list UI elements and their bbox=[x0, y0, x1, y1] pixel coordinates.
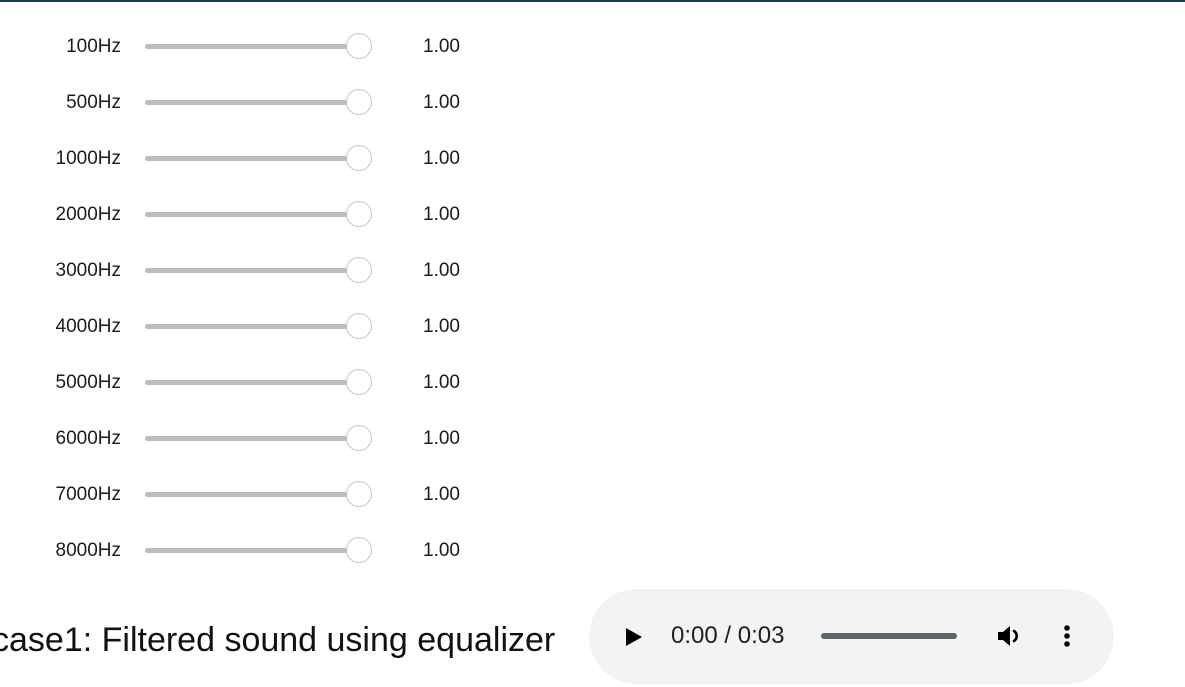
slider-thumb[interactable] bbox=[346, 33, 372, 59]
slider-thumb[interactable] bbox=[346, 313, 372, 339]
band-gain-value: 1.00 bbox=[423, 428, 460, 449]
slider-fill bbox=[145, 324, 359, 329]
slider-thumb[interactable] bbox=[346, 89, 372, 115]
band-frequency-label: 100Hz bbox=[66, 36, 121, 57]
slider-track[interactable] bbox=[145, 156, 359, 161]
eq-band-row: 7000Hz 1.00 bbox=[0, 478, 520, 512]
eq-band-row: 6000Hz 1.00 bbox=[0, 422, 520, 456]
band-gain-value: 1.00 bbox=[423, 260, 460, 281]
band-gain-slider[interactable] bbox=[144, 254, 378, 288]
band-frequency-label: 3000Hz bbox=[55, 260, 122, 281]
band-frequency-label: 4000Hz bbox=[55, 316, 122, 337]
eq-band-row: 8000Hz 1.00 bbox=[0, 534, 520, 568]
eq-band-row: 3000Hz 1.00 bbox=[0, 254, 520, 288]
band-frequency-label: 7000Hz bbox=[55, 484, 122, 505]
slider-fill bbox=[145, 156, 359, 161]
band-gain-slider[interactable] bbox=[144, 534, 378, 568]
band-frequency-label: 1000Hz bbox=[55, 148, 122, 169]
band-gain-slider[interactable] bbox=[144, 366, 378, 400]
case-title: case1: Filtered sound using equalizer bbox=[0, 621, 556, 659]
band-frequency-label: 8000Hz bbox=[55, 540, 122, 561]
play-button[interactable] bbox=[615, 619, 651, 655]
seek-bar[interactable] bbox=[821, 633, 957, 639]
volume-icon bbox=[998, 626, 1018, 646]
band-gain-value: 1.00 bbox=[423, 36, 460, 57]
slider-fill bbox=[145, 212, 359, 217]
band-gain-slider[interactable] bbox=[144, 422, 378, 456]
eq-band-row: 4000Hz 1.00 bbox=[0, 310, 520, 344]
band-gain-slider[interactable] bbox=[144, 30, 378, 64]
slider-track[interactable] bbox=[145, 268, 359, 273]
slider-thumb[interactable] bbox=[346, 481, 372, 507]
band-frequency-label: 5000Hz bbox=[55, 372, 122, 393]
slider-track[interactable] bbox=[145, 324, 359, 329]
slider-fill bbox=[145, 492, 359, 497]
top-border-line bbox=[0, 0, 1185, 2]
slider-track[interactable] bbox=[145, 492, 359, 497]
slider-fill bbox=[145, 548, 359, 553]
slider-fill bbox=[145, 100, 359, 105]
slider-fill bbox=[145, 380, 359, 385]
band-gain-value: 1.00 bbox=[423, 316, 460, 337]
slider-track[interactable] bbox=[145, 548, 359, 553]
slider-track[interactable] bbox=[145, 100, 359, 105]
band-gain-value: 1.00 bbox=[423, 92, 460, 113]
band-gain-value: 1.00 bbox=[423, 372, 460, 393]
band-frequency-label: 2000Hz bbox=[55, 204, 122, 225]
band-gain-value: 1.00 bbox=[423, 540, 460, 561]
slider-track[interactable] bbox=[145, 380, 359, 385]
band-gain-slider[interactable] bbox=[144, 478, 378, 512]
band-gain-slider[interactable] bbox=[144, 86, 378, 120]
slider-thumb[interactable] bbox=[346, 425, 372, 451]
slider-thumb[interactable] bbox=[346, 201, 372, 227]
slider-thumb[interactable] bbox=[346, 537, 372, 563]
band-frequency-label: 6000Hz bbox=[55, 428, 122, 449]
page: 100Hz 1.00 500Hz 1.00 1000Hz 1.00 2000Hz 1.00 30… bbox=[0, 0, 1185, 687]
slider-track[interactable] bbox=[145, 44, 359, 49]
slider-track[interactable] bbox=[145, 436, 359, 441]
time-display: 0:00 / 0:03 bbox=[671, 622, 785, 649]
band-gain-slider[interactable] bbox=[144, 310, 378, 344]
eq-band-row: 5000Hz 1.00 bbox=[0, 366, 520, 400]
slider-thumb[interactable] bbox=[346, 145, 372, 171]
more-vertical-icon bbox=[1064, 625, 1070, 647]
band-gain-value: 1.00 bbox=[423, 148, 460, 169]
band-gain-slider[interactable] bbox=[144, 142, 378, 176]
eq-band-row: 1000Hz 1.00 bbox=[0, 142, 520, 176]
more-options-button[interactable] bbox=[1054, 619, 1080, 653]
slider-fill bbox=[145, 44, 359, 49]
slider-fill bbox=[145, 436, 359, 441]
slider-fill bbox=[145, 268, 359, 273]
slider-thumb[interactable] bbox=[346, 257, 372, 283]
band-gain-slider[interactable] bbox=[144, 198, 378, 232]
volume-button[interactable] bbox=[993, 619, 1027, 653]
eq-band-row: 2000Hz 1.00 bbox=[0, 198, 520, 232]
slider-thumb[interactable] bbox=[346, 369, 372, 395]
play-icon bbox=[626, 628, 642, 646]
band-gain-value: 1.00 bbox=[423, 484, 460, 505]
eq-band-row: 100Hz 1.00 bbox=[0, 30, 520, 64]
band-gain-value: 1.00 bbox=[423, 204, 460, 225]
eq-band-row: 500Hz 1.00 bbox=[0, 86, 520, 120]
band-frequency-label: 500Hz bbox=[66, 92, 121, 113]
audio-player[interactable]: 0:00 / 0:03 bbox=[589, 589, 1114, 684]
slider-track[interactable] bbox=[145, 212, 359, 217]
